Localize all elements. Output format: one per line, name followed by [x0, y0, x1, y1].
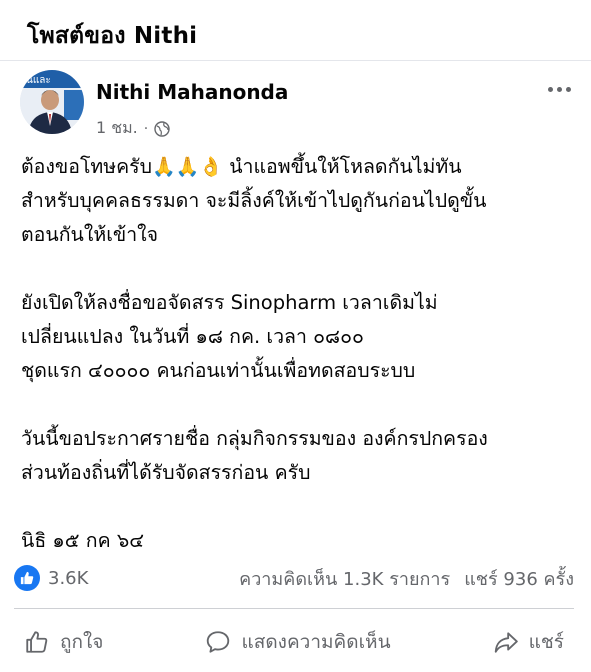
post-line-1: ต้องขอโทษครับ🙏🙏👌 นำแอพขึ้นให้โหลดกันไม่ท… — [21, 150, 581, 184]
share-icon — [494, 632, 518, 653]
comment-count[interactable]: ความคิดเห็น 1.3K รายการ — [239, 564, 450, 593]
more-options-icon[interactable] — [544, 82, 574, 96]
post-line-8: ส่วนท้องถิ่นที่ได้รับจัดสรรก่อน ครับ — [21, 461, 311, 484]
comment-button[interactable]: แสดงความคิดเห็น — [195, 623, 400, 661]
header-divider — [0, 60, 591, 61]
avatar[interactable]: นและ — [20, 70, 84, 134]
comment-icon — [207, 631, 230, 653]
post-actions: ถูกใจ แสดงความคิดเห็น แชร์ — [14, 620, 574, 664]
post-line-2: สำหรับบุคคลธรรมดา จะมีลิ้งค์ให้เข้าไปดูก… — [21, 189, 487, 212]
share-button[interactable]: แชร์ — [483, 623, 574, 661]
reaction-stats: 3.6K ความคิดเห็น 1.3K รายการ แชร์ 936 คร… — [14, 563, 574, 593]
post-time[interactable]: 1 ชม. — [96, 116, 138, 141]
actions-divider — [14, 608, 574, 609]
post-meta: 1 ชม. · — [96, 116, 170, 141]
globe-icon — [154, 120, 170, 137]
share-button-label: แชร์ — [528, 631, 564, 653]
pray-ok-emoji: 🙏🙏👌 — [152, 156, 223, 178]
post-text-app-note: นำแอพขึ้นให้โหลดกันไม่ทัน — [229, 155, 462, 178]
post-line-7: วันนี้ขอประกาศรายชื่อ กลุ่มกิจกรรมของ อง… — [21, 427, 488, 450]
meta-separator: · — [143, 120, 149, 137]
like-button-label: ถูกใจ — [60, 631, 104, 653]
post-body: ต้องขอโทษครับ🙏🙏👌 นำแอพขึ้นให้โหลดกันไม่ท… — [21, 150, 581, 558]
post-text-apology: ต้องขอโทษครับ — [21, 155, 153, 178]
page-title: โพสต์ของ Nithi — [27, 23, 198, 49]
post-line-3: ตอนกันให้เข้าใจ — [21, 223, 159, 246]
like-icon[interactable] — [14, 565, 40, 591]
author-name[interactable]: Nithi Mahanonda — [96, 80, 288, 104]
thumbs-up-icon — [26, 631, 48, 653]
post-line-5: เปลี่ยนแปลง ในวันที่ ๑๘ กค. เวลา ๐๘๐๐ — [21, 325, 364, 348]
avatar-image: นและ — [20, 70, 84, 134]
like-button[interactable]: ถูกใจ — [14, 623, 113, 661]
like-count[interactable]: 3.6K — [48, 568, 88, 589]
post-signature: นิธิ ๑๕ กค ๖๔ — [21, 529, 144, 552]
comment-button-label: แสดงความคิดเห็น — [241, 631, 391, 653]
post-line-6: ชุดแรก ๔๐๐๐๐ คนก่อนเท่านั้นเพื่อทดสอบระบ… — [21, 359, 416, 382]
avatar-logo-text: นและ — [26, 75, 51, 86]
share-count[interactable]: แชร์ 936 ครั้ง — [464, 564, 574, 593]
post-line-4: ยังเปิดให้ลงชื่อขอจัดสรร Sinopharm เวลาเ… — [21, 291, 438, 314]
